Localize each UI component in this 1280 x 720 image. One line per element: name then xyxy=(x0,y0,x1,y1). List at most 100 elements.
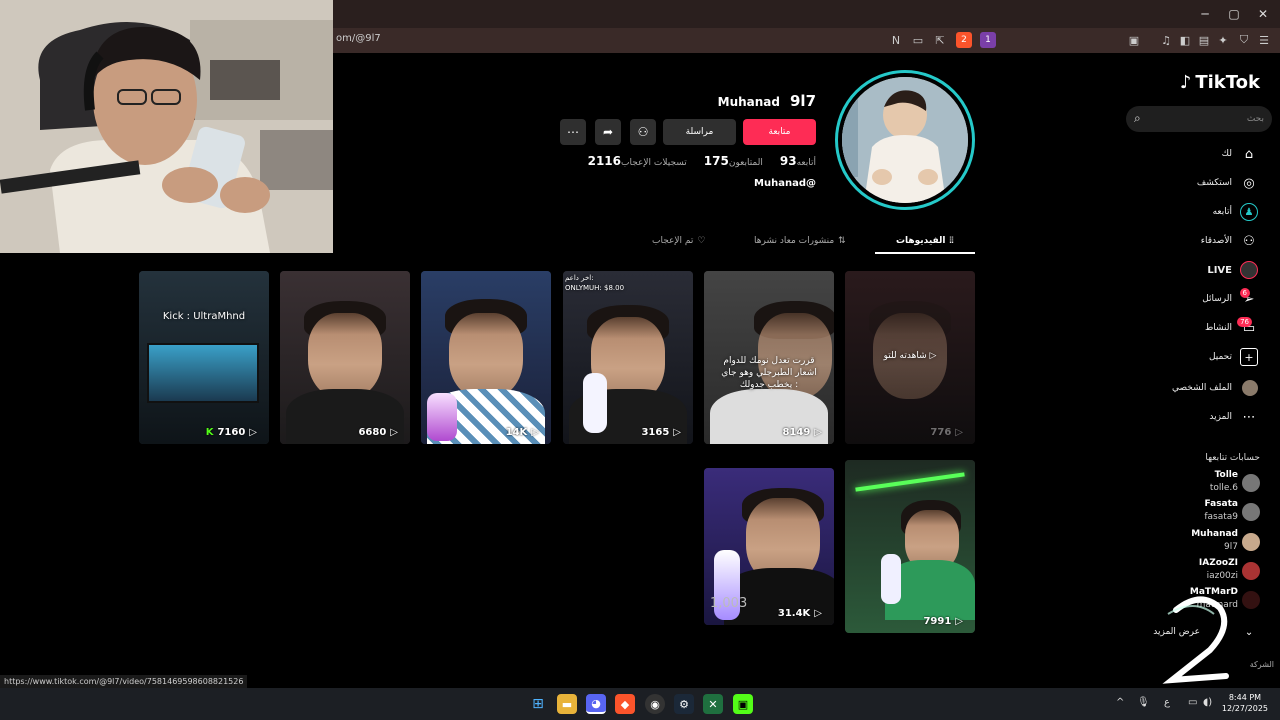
file-explorer-icon[interactable]: ▬ xyxy=(557,694,577,714)
nav-item-live[interactable]: LIVE xyxy=(1120,257,1280,283)
view-count: 776 ▷ xyxy=(930,427,963,438)
clock-time: 8:44 PM xyxy=(1228,693,1262,702)
stat-number: 93 xyxy=(779,154,797,168)
discord-icon[interactable]: ◕ xyxy=(586,694,606,714)
nav-item-more[interactable]: ⋯ المزيد xyxy=(1120,404,1280,430)
tab-videos[interactable]: الفيديوهات ⦙⦙ xyxy=(896,228,954,254)
following-item[interactable]: Tolle tolle.6 xyxy=(1120,468,1280,498)
nav-item-following[interactable]: ♟ أتابعه xyxy=(1120,199,1280,225)
microphone-icon[interactable]: 🎙 xyxy=(1137,697,1150,708)
video-card[interactable]: شاهدته للتو ▷ 776 ▷ xyxy=(845,271,975,444)
tab-reposts[interactable]: منشورات معاد نشرها ⇅ xyxy=(754,228,846,254)
chevron-up-icon[interactable]: ^ xyxy=(1116,697,1124,708)
url-field[interactable]: om/@9l7 xyxy=(336,33,381,44)
follow-name: Tolle xyxy=(1214,470,1238,480)
brave-shield-icon[interactable]: 2 xyxy=(956,32,972,48)
profile-stats: أتابعه93 المتابعون175 تسجيلات الإعجاب211… xyxy=(583,154,816,168)
nav-item-messages[interactable]: ➢ 6 الرسائل xyxy=(1120,286,1280,312)
tab-label: منشورات معاد نشرها xyxy=(754,236,835,246)
video-card[interactable]: قررت تعدل نومك للدوام اشعار الطبرجلي وهو… xyxy=(704,271,834,444)
following-item[interactable]: Fasata fasata9 xyxy=(1120,497,1280,527)
stat-following[interactable]: أتابعه93 xyxy=(775,154,816,168)
following-icon: ♟ xyxy=(1240,203,1258,221)
follow-name: IAZooZI xyxy=(1198,558,1238,568)
video-caption: قررت تعدل نومك للدوام اشعار الطبرجلي وهو… xyxy=(721,356,817,390)
view-number: 8149 xyxy=(782,427,811,438)
tab-liked[interactable]: تم الإعجاب ♡ xyxy=(652,228,705,254)
view-number: 14K xyxy=(505,427,528,438)
stat-number: 2116 xyxy=(587,154,621,168)
nav-item-upload[interactable]: + تحميل xyxy=(1120,344,1280,370)
leo-icon[interactable]: ✦ xyxy=(1215,32,1231,48)
message-button[interactable]: مراسلة xyxy=(663,119,736,145)
logo-text: TikTok xyxy=(1195,72,1260,93)
nav-label: الملف الشخصي xyxy=(1172,383,1232,393)
tiktok-logo[interactable]: ♪ TikTok xyxy=(1180,72,1260,93)
xbox-icon[interactable]: ✕ xyxy=(703,694,723,714)
microphone xyxy=(427,393,457,441)
share-icon[interactable]: ⇱ xyxy=(932,32,948,48)
avatar xyxy=(1242,591,1260,609)
rewards-icon[interactable]: 1 xyxy=(980,32,996,48)
reader-icon[interactable]: N xyxy=(888,32,904,48)
nav-label: لك xyxy=(1221,149,1232,159)
following-item[interactable]: IAZooZI iaz00zi xyxy=(1120,556,1280,586)
nav-item-profile[interactable]: الملف الشخصي xyxy=(1120,375,1280,401)
video-card[interactable]: اخر داعم: ONLYMUH: $8.00 3165 ▷ xyxy=(563,271,693,444)
add-friend-button[interactable]: ⚇ xyxy=(630,119,656,145)
play-icon: ▷ xyxy=(390,427,398,438)
close-button[interactable]: ✕ xyxy=(1248,4,1278,24)
search-input[interactable]: بحث ⌕ xyxy=(1126,106,1272,132)
maximize-button[interactable]: ▢ xyxy=(1219,4,1249,24)
follow-button[interactable]: متابعة xyxy=(743,119,816,145)
nav-label: الرسائل xyxy=(1202,294,1232,304)
play-icon: ▷ xyxy=(249,427,257,438)
profile-avatar[interactable] xyxy=(835,70,975,210)
minimize-button[interactable]: ─ xyxy=(1190,4,1220,24)
stat-number: 175 xyxy=(703,154,729,168)
vpn-icon[interactable]: ⛉ xyxy=(1236,32,1252,48)
kick-app-icon[interactable]: ▣ xyxy=(733,694,753,714)
brave-icon[interactable]: ◆ xyxy=(615,694,635,714)
video-caption: 1,003 xyxy=(710,596,748,611)
menu-icon[interactable]: ☰ xyxy=(1256,32,1272,48)
nav-label: LIVE xyxy=(1207,264,1232,276)
video-figure xyxy=(308,313,382,399)
cast-icon[interactable]: ▭ xyxy=(910,32,926,48)
obs-icon[interactable]: ◉ xyxy=(645,694,665,714)
share-profile-button[interactable]: ➦ xyxy=(595,119,621,145)
avatar xyxy=(842,77,968,203)
start-icon[interactable]: ⊞ xyxy=(528,694,548,714)
tab-search-icon[interactable]: ▣ xyxy=(1126,32,1142,48)
network-icon[interactable]: ▭ xyxy=(1188,697,1197,708)
liked-icon: ♡ xyxy=(697,236,706,246)
language-indicator[interactable]: ع xyxy=(1164,697,1170,708)
search-icon[interactable]: ⌕ xyxy=(1134,111,1141,126)
nav-item-friends[interactable]: ⚇ الأصدقاء xyxy=(1120,228,1280,254)
video-figure xyxy=(449,313,523,399)
company-link[interactable]: الشركة xyxy=(1250,660,1274,669)
nav-item-explore[interactable]: ◎ استكشف xyxy=(1120,170,1280,196)
more-options-button[interactable]: ⋯ xyxy=(560,119,586,145)
sidebar-toggle-icon[interactable]: ◧ xyxy=(1177,32,1193,48)
system-clock[interactable]: 8:44 PM 12/27/2025 xyxy=(1222,692,1268,714)
video-card[interactable]: 1,003 31.4K ▷ xyxy=(704,468,834,625)
following-item[interactable]: Muhanad 9l7 xyxy=(1120,527,1280,557)
status-url: https://www.tiktok.com/@9l7/video/758146… xyxy=(0,675,248,688)
profile-uid: 9l7 xyxy=(789,92,816,110)
stat-followers[interactable]: المتابعون175 xyxy=(699,154,763,168)
volume-icon[interactable]: ◖) xyxy=(1203,697,1212,708)
nav-item-for-you[interactable]: ⌂ لك xyxy=(1120,141,1280,167)
steam-icon[interactable]: ⚙ xyxy=(674,694,694,714)
video-card[interactable]: 6680 ▷ xyxy=(280,271,410,444)
nav-item-activity[interactable]: ▭ 76 النشاط xyxy=(1120,315,1280,341)
video-card[interactable]: 7991 ▷ xyxy=(845,460,975,633)
video-card[interactable]: Kick : UltraMhnd K 7160 ▷ xyxy=(139,271,269,444)
view-count: K 7160 ▷ xyxy=(206,427,257,438)
nav-label: استكشف xyxy=(1196,178,1232,188)
media-icon[interactable]: ♫ xyxy=(1158,32,1174,48)
video-card[interactable]: 14K ▷ xyxy=(421,271,551,444)
wallet-icon[interactable]: ▤ xyxy=(1196,32,1212,48)
streamer-watermark-logo xyxy=(1162,596,1229,684)
follow-handle: fasata9 xyxy=(1204,512,1238,522)
